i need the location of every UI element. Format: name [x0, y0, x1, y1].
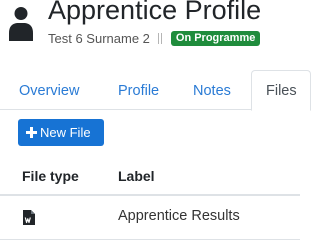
- plus-icon: [26, 127, 37, 138]
- apprentice-profile-page: Apprentice Profile Test 6 Surname 2 On P…: [0, 0, 311, 247]
- profile-tabs: Overview Profile Notes Files: [0, 70, 311, 111]
- tab-overview[interactable]: Overview: [19, 78, 79, 104]
- apprentice-subtitle: Test 6 Surname 2 On Programme: [48, 29, 261, 47]
- status-badge: On Programme: [170, 30, 261, 46]
- page-header: Apprentice Profile Test 6 Surname 2 On P…: [0, 0, 300, 62]
- tab-notes[interactable]: Notes: [193, 78, 231, 104]
- tab-profile[interactable]: Profile: [118, 78, 159, 104]
- person-icon: [9, 7, 33, 41]
- page-title: Apprentice Profile: [48, 0, 262, 25]
- new-file-label: New File: [40, 125, 91, 140]
- apprentice-name: Test 6 Surname 2: [48, 30, 150, 46]
- new-file-button[interactable]: New File: [18, 119, 104, 146]
- column-header-label: Label: [118, 168, 155, 184]
- table-header: File type Label: [0, 160, 300, 196]
- column-header-file-type: File type: [22, 168, 79, 184]
- table-row[interactable]: Apprentice Results: [0, 196, 300, 240]
- tab-files[interactable]: Files: [251, 70, 311, 111]
- separator-icon: [157, 32, 163, 44]
- word-document-icon: [23, 210, 35, 225]
- file-label[interactable]: Apprentice Results: [118, 208, 240, 224]
- files-table: File type Label Apprentice Results: [0, 160, 300, 240]
